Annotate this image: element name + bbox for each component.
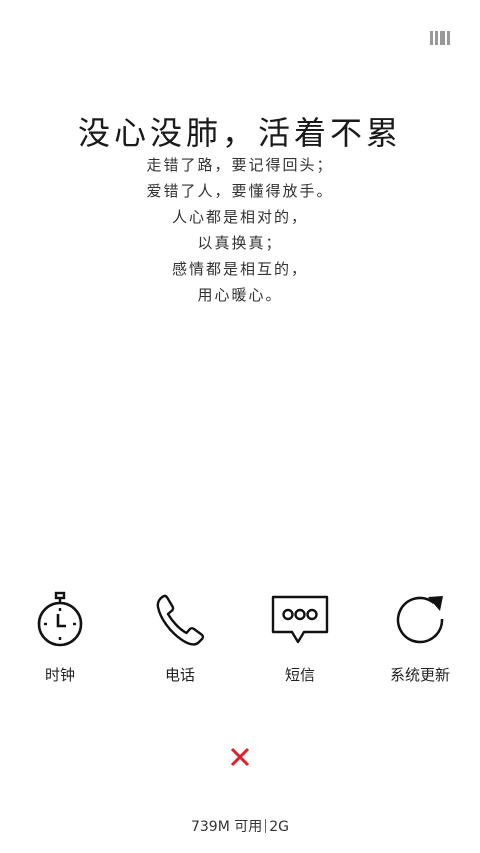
clear-all-button[interactable]	[227, 744, 253, 770]
app-label-system-update: 系统更新	[389, 666, 450, 684]
app-phone[interactable]: 电话	[120, 588, 240, 698]
quote-line: 感情都是相互的，	[171, 260, 308, 278]
app-clock[interactable]: 时钟	[0, 588, 120, 698]
app-label-messages: 短信	[284, 666, 315, 684]
refresh-icon	[396, 596, 444, 644]
quote-line: 以真换真；	[197, 234, 283, 252]
recent-apps-row: 时钟 电话 短信 系统更新	[0, 588, 480, 698]
quote-line: 用心暖心。	[197, 286, 283, 304]
app-system-update[interactable]: 系统更新	[360, 588, 480, 698]
quote-body: 走错了路，要记得回头； 爱错了人，要懂得放手。 人心都是相对的， 以真换真； 感…	[0, 152, 480, 308]
app-messages[interactable]: 短信	[240, 588, 360, 698]
memory-status: 739M 可用 2G	[0, 816, 480, 836]
memory-available: 739M 可用	[190, 819, 263, 835]
app-label-clock: 时钟	[44, 666, 75, 684]
app-label-phone: 电话	[164, 666, 195, 684]
close-icon	[230, 747, 250, 767]
memory-total: 2G	[269, 819, 290, 835]
memory-separator	[265, 819, 267, 833]
stopwatch-icon	[37, 591, 83, 647]
quote-line: 人心都是相对的，	[171, 208, 308, 226]
recent-apps-icon	[430, 31, 450, 45]
quote-line: 爱错了人，要懂得放手。	[146, 182, 334, 200]
quote-title: 没心没肺，活着不累	[77, 114, 402, 152]
phone-icon	[156, 594, 205, 646]
recent-apps-layout-icon[interactable]	[430, 30, 452, 46]
quote-line: 走错了路，要记得回头；	[146, 156, 334, 174]
message-icon	[271, 595, 329, 644]
